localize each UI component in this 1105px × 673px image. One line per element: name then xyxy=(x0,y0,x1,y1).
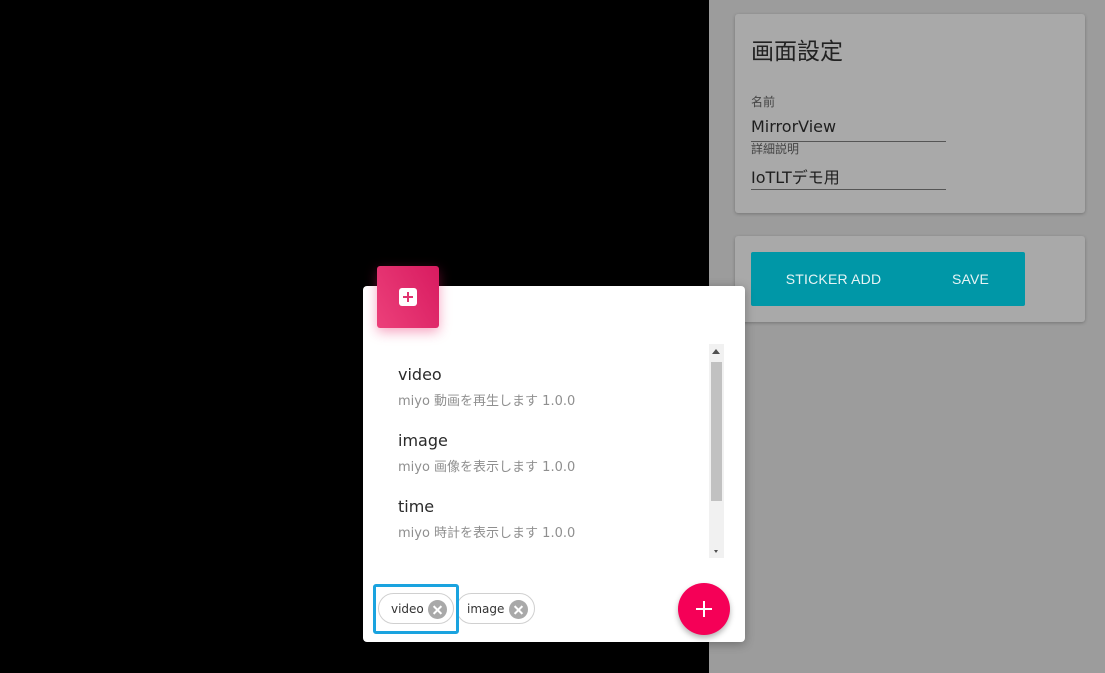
list-item-subtitle: miyo 画像を表示します 1.0.0 xyxy=(398,460,576,475)
list-item-video[interactable]: video miyo 動画を再生します 1.0.0 xyxy=(398,365,698,409)
chip-label: video xyxy=(391,601,424,616)
name-field[interactable]: MirrorView xyxy=(751,117,836,136)
sticker-list: video miyo 動画を再生します 1.0.0 image miyo 画像を… xyxy=(380,344,710,558)
add-sticker-fab[interactable] xyxy=(678,583,730,635)
name-label: 名前 xyxy=(751,95,776,109)
chip-video[interactable]: video xyxy=(378,593,454,624)
plus-square-glyph xyxy=(399,288,417,306)
scroll-thumb[interactable] xyxy=(711,362,722,501)
list-item-title: time xyxy=(398,497,435,516)
save-button[interactable]: SAVE xyxy=(916,252,1025,306)
list-item-subtitle: miyo 動画を再生します 1.0.0 xyxy=(398,394,576,409)
scroll-down-arrow-icon[interactable] xyxy=(714,550,718,553)
scroll-up-arrow-icon[interactable] xyxy=(712,349,720,354)
close-circle-icon[interactable] xyxy=(509,600,528,619)
settings-title: 画面設定 xyxy=(751,39,843,65)
description-field[interactable]: IoTLTデモ用 xyxy=(751,164,840,188)
list-item-subtitle: miyo 時計を表示します 1.0.0 xyxy=(398,526,576,541)
list-item-title: image xyxy=(398,431,448,450)
list-item-title: video xyxy=(398,365,442,384)
list-item-image[interactable]: image miyo 画像を表示します 1.0.0 xyxy=(398,431,698,475)
description-label: 詳細説明 xyxy=(751,142,800,156)
plus-square-icon xyxy=(377,266,439,328)
actions-card: STICKER ADD SAVE xyxy=(735,236,1085,322)
list-item-time[interactable]: time miyo 時計を表示します 1.0.0 xyxy=(398,497,698,541)
chip-label: image xyxy=(467,601,505,616)
sticker-add-button[interactable]: STICKER ADD xyxy=(751,252,916,306)
description-field-underline xyxy=(751,189,946,190)
screen-settings-card: 画面設定 名前 MirrorView 詳細説明 IoTLTデモ用 xyxy=(735,14,1085,213)
list-scrollbar[interactable] xyxy=(709,344,724,558)
close-circle-icon[interactable] xyxy=(428,600,447,619)
chip-image[interactable]: image xyxy=(456,593,535,624)
